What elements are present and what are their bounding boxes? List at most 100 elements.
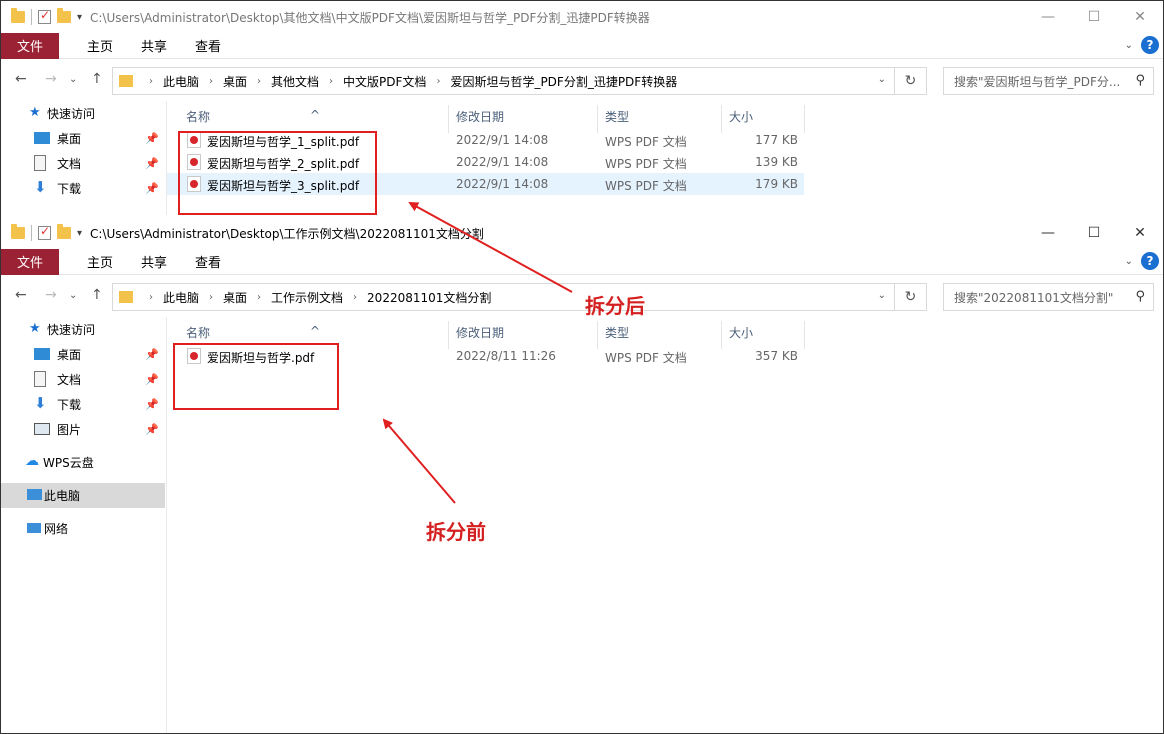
table-row[interactable]: 爱因斯坦与哲学.pdf 2022/8/11 11:26 WPS PDF 文档 3… xyxy=(167,345,1163,367)
file-size: 357 KB xyxy=(755,349,798,363)
expand-ribbon-icon[interactable]: ⌄ xyxy=(1125,40,1133,51)
sidebar-label: 桌面 xyxy=(57,348,82,362)
tab-view[interactable]: 查看 xyxy=(181,36,235,55)
sidebar-item-quick-access[interactable]: ★ 快速访问 xyxy=(1,101,165,126)
breadcrumb-current-folder[interactable]: 2022081101文档分割 xyxy=(367,289,491,306)
chevron-down-icon[interactable]: ▾ xyxy=(77,228,82,239)
address-dropdown-icon[interactable]: ⌄ xyxy=(878,290,886,301)
maximize-button[interactable]: ☐ xyxy=(1071,217,1117,249)
chevron-right-icon[interactable]: › xyxy=(426,76,450,87)
explorer-window-after: ▾ C:\Users\Administrator\Desktop\其他文档\中文… xyxy=(1,1,1163,215)
back-icon[interactable]: ← xyxy=(15,71,27,87)
minimize-button[interactable]: — xyxy=(1025,217,1071,249)
chevron-right-icon[interactable]: › xyxy=(139,76,163,87)
column-date[interactable]: 修改日期 xyxy=(456,324,504,341)
new-folder-icon[interactable] xyxy=(57,224,71,239)
maximize-button[interactable]: ☐ xyxy=(1071,1,1117,33)
column-date[interactable]: 修改日期 xyxy=(456,108,504,125)
address-bar[interactable]: › 此电脑 › 桌面 › 其他文档 › 中文版PDF文档 › 爱因斯坦与哲学_P… xyxy=(112,67,895,95)
address-dropdown-icon[interactable]: ⌄ xyxy=(878,74,886,85)
tab-share[interactable]: 共享 xyxy=(127,252,181,271)
explorer-window-before: ▾ C:\Users\Administrator\Desktop\工作示例文档\… xyxy=(1,217,1163,733)
sidebar-item-downloads[interactable]: ⬇ 下载 📌 xyxy=(1,176,165,201)
sidebar-item-pictures[interactable]: 图片 📌 xyxy=(1,417,165,442)
pdf-file-icon xyxy=(187,348,201,364)
column-type[interactable]: 类型 xyxy=(605,108,629,125)
tab-view[interactable]: 查看 xyxy=(181,252,235,271)
breadcrumb-this-pc[interactable]: 此电脑 xyxy=(163,289,199,306)
chevron-right-icon[interactable]: › xyxy=(139,292,163,303)
column-size[interactable]: 大小 xyxy=(729,108,753,125)
file-name: 爱因斯坦与哲学_3_split.pdf xyxy=(207,179,360,193)
search-box[interactable]: 搜索"爱因斯坦与哲学_PDF分... ⚲ xyxy=(943,67,1154,95)
pin-icon: 📌 xyxy=(145,398,159,411)
chevron-down-icon[interactable]: ▾ xyxy=(77,12,82,23)
sidebar-item-documents[interactable]: 文档 📌 xyxy=(1,151,165,176)
folder-icon[interactable] xyxy=(11,224,25,239)
tab-share[interactable]: 共享 xyxy=(127,36,181,55)
sidebar-item-desktop[interactable]: 桌面 📌 xyxy=(1,342,165,367)
chevron-right-icon[interactable]: › xyxy=(199,76,223,87)
window-title: C:\Users\Administrator\Desktop\工作示例文档\20… xyxy=(90,226,484,241)
window-controls: — ☐ ✕ xyxy=(1025,1,1163,33)
back-icon[interactable]: ← xyxy=(15,287,27,303)
file-type: WPS PDF 文档 xyxy=(605,179,687,193)
breadcrumb-desktop[interactable]: 桌面 xyxy=(223,73,247,90)
help-icon[interactable]: ? xyxy=(1141,252,1159,270)
table-row-selected[interactable]: 爱因斯坦与哲学_3_split.pdf 2022/9/1 14:08 WPS P… xyxy=(167,173,804,195)
address-bar[interactable]: › 此电脑 › 桌面 › 工作示例文档 › 2022081101文档分割 ⌄ xyxy=(112,283,895,311)
desktop-icon xyxy=(34,132,50,144)
refresh-button[interactable]: ↻ xyxy=(895,67,927,95)
chevron-right-icon[interactable]: › xyxy=(247,292,271,303)
search-icon: ⚲ xyxy=(1135,73,1145,88)
column-name[interactable]: 名称 xyxy=(186,108,210,125)
breadcrumb-this-pc[interactable]: 此电脑 xyxy=(163,73,199,90)
column-name[interactable]: 名称 xyxy=(186,324,210,341)
up-icon[interactable]: ↑ xyxy=(91,71,103,87)
expand-ribbon-icon[interactable]: ⌄ xyxy=(1125,256,1133,267)
forward-icon[interactable]: → xyxy=(45,71,57,87)
folder-icon[interactable] xyxy=(11,8,25,23)
up-icon[interactable]: ↑ xyxy=(91,287,103,303)
column-type[interactable]: 类型 xyxy=(605,324,629,341)
file-name: 爱因斯坦与哲学_2_split.pdf xyxy=(207,157,360,171)
tab-file[interactable]: 文件 xyxy=(1,32,59,59)
tab-home[interactable]: 主页 xyxy=(73,36,127,55)
recent-chevron-icon[interactable]: ⌄ xyxy=(69,74,77,85)
file-name: 爱因斯坦与哲学_1_split.pdf xyxy=(207,135,360,149)
sidebar-item-wps-cloud[interactable]: ☁ WPS云盘 xyxy=(1,450,165,475)
help-icon[interactable]: ? xyxy=(1141,36,1159,54)
breadcrumb-pdf-docs[interactable]: 中文版PDF文档 xyxy=(343,73,426,90)
column-size[interactable]: 大小 xyxy=(729,324,753,341)
sidebar-item-this-pc[interactable]: 此电脑 xyxy=(1,483,165,508)
recent-chevron-icon[interactable]: ⌄ xyxy=(69,290,77,301)
sidebar-item-network[interactable]: 网络 xyxy=(1,516,165,541)
breadcrumb-other-docs[interactable]: 其他文档 xyxy=(271,73,319,90)
tab-home[interactable]: 主页 xyxy=(73,252,127,271)
forward-icon[interactable]: → xyxy=(45,287,57,303)
breadcrumb-desktop[interactable]: 桌面 xyxy=(223,289,247,306)
tab-file[interactable]: 文件 xyxy=(1,248,59,275)
close-button[interactable]: ✕ xyxy=(1117,217,1163,249)
close-button[interactable]: ✕ xyxy=(1117,1,1163,33)
sidebar-item-quick-access[interactable]: ★ 快速访问 xyxy=(1,317,165,342)
properties-icon[interactable] xyxy=(38,224,51,240)
table-row[interactable]: 爱因斯坦与哲学_2_split.pdf 2022/9/1 14:08 WPS P… xyxy=(167,151,1163,173)
navigation-bar: ← → ⌄ ↑ › 此电脑 › 桌面 › 其他文档 › 中文版PDF文档 › 爱… xyxy=(1,59,1163,101)
chevron-right-icon[interactable]: › xyxy=(343,292,367,303)
refresh-button[interactable]: ↻ xyxy=(895,283,927,311)
sidebar-item-documents[interactable]: 文档 📌 xyxy=(1,367,165,392)
properties-icon[interactable] xyxy=(38,8,51,24)
chevron-right-icon[interactable]: › xyxy=(319,76,343,87)
breadcrumb-current-folder[interactable]: 爱因斯坦与哲学_PDF分割_迅捷PDF转换器 xyxy=(450,73,677,90)
minimize-button[interactable]: — xyxy=(1025,1,1071,33)
sidebar-item-desktop[interactable]: 桌面 📌 xyxy=(1,126,165,151)
chevron-right-icon[interactable]: › xyxy=(247,76,271,87)
sidebar-item-downloads[interactable]: ⬇ 下载 📌 xyxy=(1,392,165,417)
search-box[interactable]: 搜索"2022081101文档分割" ⚲ xyxy=(943,283,1154,311)
chevron-right-icon[interactable]: › xyxy=(199,292,223,303)
annotation-after-split: 拆分后 xyxy=(585,294,645,318)
table-row[interactable]: 爱因斯坦与哲学_1_split.pdf 2022/9/1 14:08 WPS P… xyxy=(167,129,1163,151)
breadcrumb-work-docs[interactable]: 工作示例文档 xyxy=(271,289,343,306)
new-folder-icon[interactable] xyxy=(57,8,71,23)
